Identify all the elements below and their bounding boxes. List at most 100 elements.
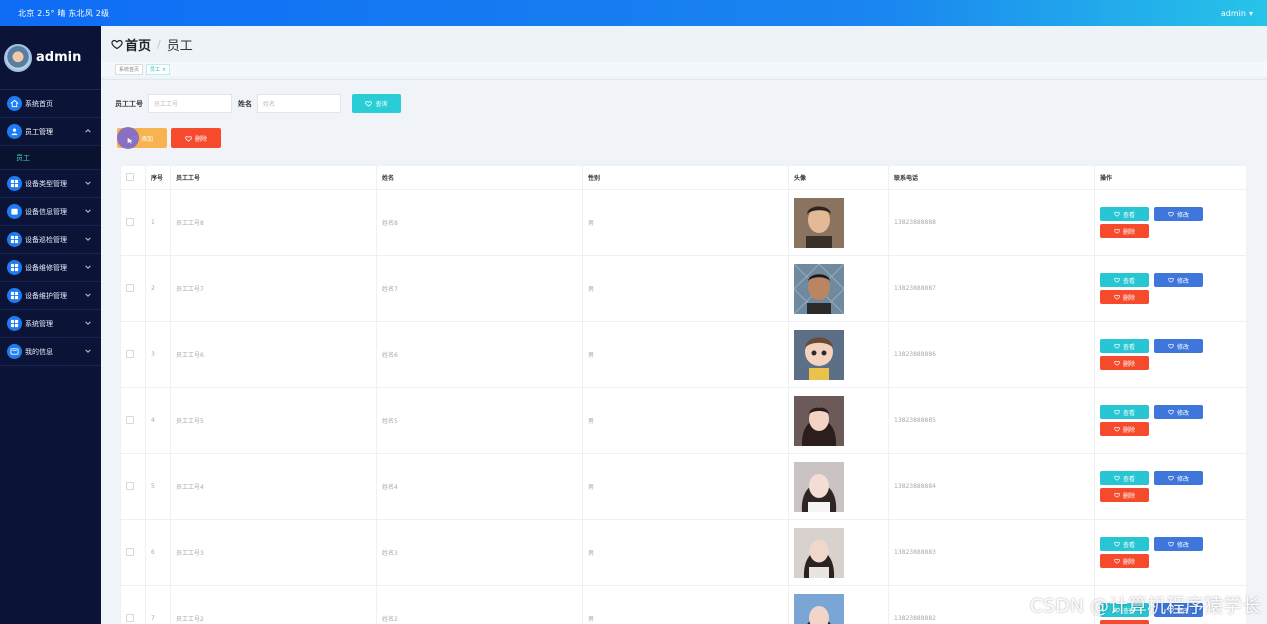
row-actions-group: 查看 修改删除 [1100,471,1210,502]
sidebar-item-label: 系统管理 [25,319,53,328]
avatar-photo [794,593,844,624]
row-select-cell[interactable] [120,453,146,520]
delete-button[interactable]: 删除 [1100,290,1149,304]
tags-bar: 系统首页 员工 × [101,62,1267,76]
row-checkbox[interactable] [126,613,134,622]
delete-button[interactable]: 删除 [1100,620,1149,624]
delete-button[interactable]: 删除 [1100,488,1149,502]
column-header: 序号 [145,165,171,190]
grid-icon [7,176,22,191]
view-label: 查看 [1122,277,1135,285]
view-button[interactable]: 查看 [1100,471,1149,485]
row-checkbox[interactable] [126,415,134,424]
view-button[interactable]: 查看 [1100,273,1149,287]
sidebar-item-0[interactable]: 系统首页 [0,90,101,118]
sidebar-item-3[interactable]: 设备信息管理 [0,198,101,226]
edit-button[interactable]: 修改 [1154,405,1203,419]
sidebar-subitem[interactable]: 员工 [0,146,101,170]
employee-id: 员工工号4 [170,453,377,520]
column-header: 操作 [1094,165,1246,190]
row-actions-group: 查看 修改删除 [1100,537,1210,568]
sidebar-item-6[interactable]: 设备维护管理 [0,282,101,310]
edit-button[interactable]: 修改 [1154,471,1203,485]
employee-avatar [788,255,889,322]
chevron-down-icon [85,181,91,185]
pointer-icon [127,137,133,144]
delete-button[interactable]: 删除 [1100,356,1149,370]
sidebar-item-7[interactable]: 系统管理 [0,310,101,338]
select-all-checkbox[interactable] [126,172,134,181]
add-button-label: 添加 [140,135,153,143]
delete-button[interactable]: 删除 [1100,554,1149,568]
table-row: 6 员工工号3 姓名3 男 13823888883 查看 修改 删除 [120,519,1246,586]
main-area: 首页 / 员工 系统首页 员工 × 员工工号 员工工号 姓名 姓名 查询 添加 删… [101,26,1267,624]
edit-label: 修改 [1176,343,1189,351]
sidebar-item-label: 设备信息管理 [25,207,67,216]
table-body: 1 员工工号8 姓名8 男 13823888888 查看 修改 删除 2 员工工号7 姓名7 男 138… [120,189,1246,624]
name-input[interactable]: 姓名 [257,94,341,113]
edit-button[interactable]: 修改 [1154,537,1203,551]
employee-phone: 13823888886 [888,321,1095,388]
avatar [4,43,32,72]
sidebar-item-4[interactable]: 设备巡检管理 [0,226,101,254]
delete-button[interactable]: 删除 [1100,422,1149,436]
delete-label: 删除 [1122,360,1135,368]
employee-name: 姓名4 [376,453,583,520]
column-header: 员工工号 [170,165,377,190]
heart-icon [1114,211,1120,217]
row-select-cell[interactable] [120,255,146,322]
employee-avatar [788,387,889,454]
grid-icon [7,288,22,303]
row-select-cell[interactable] [120,189,146,256]
search-button[interactable]: 查询 [352,94,401,113]
row-select-cell[interactable] [120,585,146,624]
user-menu[interactable]: admin ▾ [1221,9,1253,18]
employee-avatar [788,585,889,624]
view-button[interactable]: 查看 [1100,339,1149,353]
tag-employee[interactable]: 员工 × [146,63,171,75]
caret-down-icon: ▾ [1248,8,1253,18]
edit-button[interactable]: 修改 [1154,273,1203,287]
name-label: 姓名 [238,99,252,108]
row-checkbox[interactable] [126,547,134,556]
tag-home[interactable]: 系统首页 [115,63,144,75]
employee-name: 姓名3 [376,519,583,586]
row-select-cell[interactable] [120,387,146,454]
view-button[interactable]: 查看 [1100,405,1149,419]
row-checkbox[interactable] [126,283,134,292]
breadcrumb-home[interactable]: 首页 [125,35,151,54]
edit-button[interactable]: 修改 [1154,339,1203,353]
close-icon[interactable]: × [162,67,166,73]
delete-button[interactable]: 删除 [1100,224,1149,238]
row-checkbox[interactable] [126,217,134,226]
employee-avatar [788,189,889,256]
employee-id-input[interactable]: 员工工号 [148,94,232,113]
select-all-cell[interactable] [120,165,146,190]
edit-button[interactable]: 修改 [1154,207,1203,221]
batch-delete-button[interactable]: 删除 [171,128,221,148]
view-button[interactable]: 查看 [1100,207,1149,221]
employee-id: 员工工号5 [170,387,377,454]
sidebar-item-2[interactable]: 设备类型管理 [0,170,101,198]
employee-gender: 男 [582,321,789,388]
chevron-down-icon [85,265,91,269]
employee-phone: 13823888885 [888,387,1095,454]
table-row: 3 员工工号6 姓名6 男 13823888886 查看 修改 删除 [120,321,1246,388]
heart-icon [1168,409,1174,415]
user-name: admin [1220,8,1246,18]
row-checkbox[interactable] [126,481,134,490]
sidebar-item-1[interactable]: 员工管理 [0,118,101,146]
avatar-photo [794,263,844,314]
sidebar-item-5[interactable]: 设备维修管理 [0,254,101,282]
sidebar-item-8[interactable]: 我的信息 [0,338,101,366]
row-checkbox[interactable] [126,349,134,358]
row-select-cell[interactable] [120,321,146,388]
heart-icon [1114,228,1120,234]
heart-icon [1168,541,1174,547]
view-button[interactable]: 查看 [1100,537,1149,551]
top-bar: 北京 2.5° 晴 东北风 2级 admin ▾ [0,0,1267,26]
heart-icon [1114,343,1120,349]
row-select-cell[interactable] [120,519,146,586]
delete-button-label: 删除 [194,135,207,143]
table-row: 5 员工工号4 姓名4 男 13823888884 查看 修改 删除 [120,453,1246,520]
